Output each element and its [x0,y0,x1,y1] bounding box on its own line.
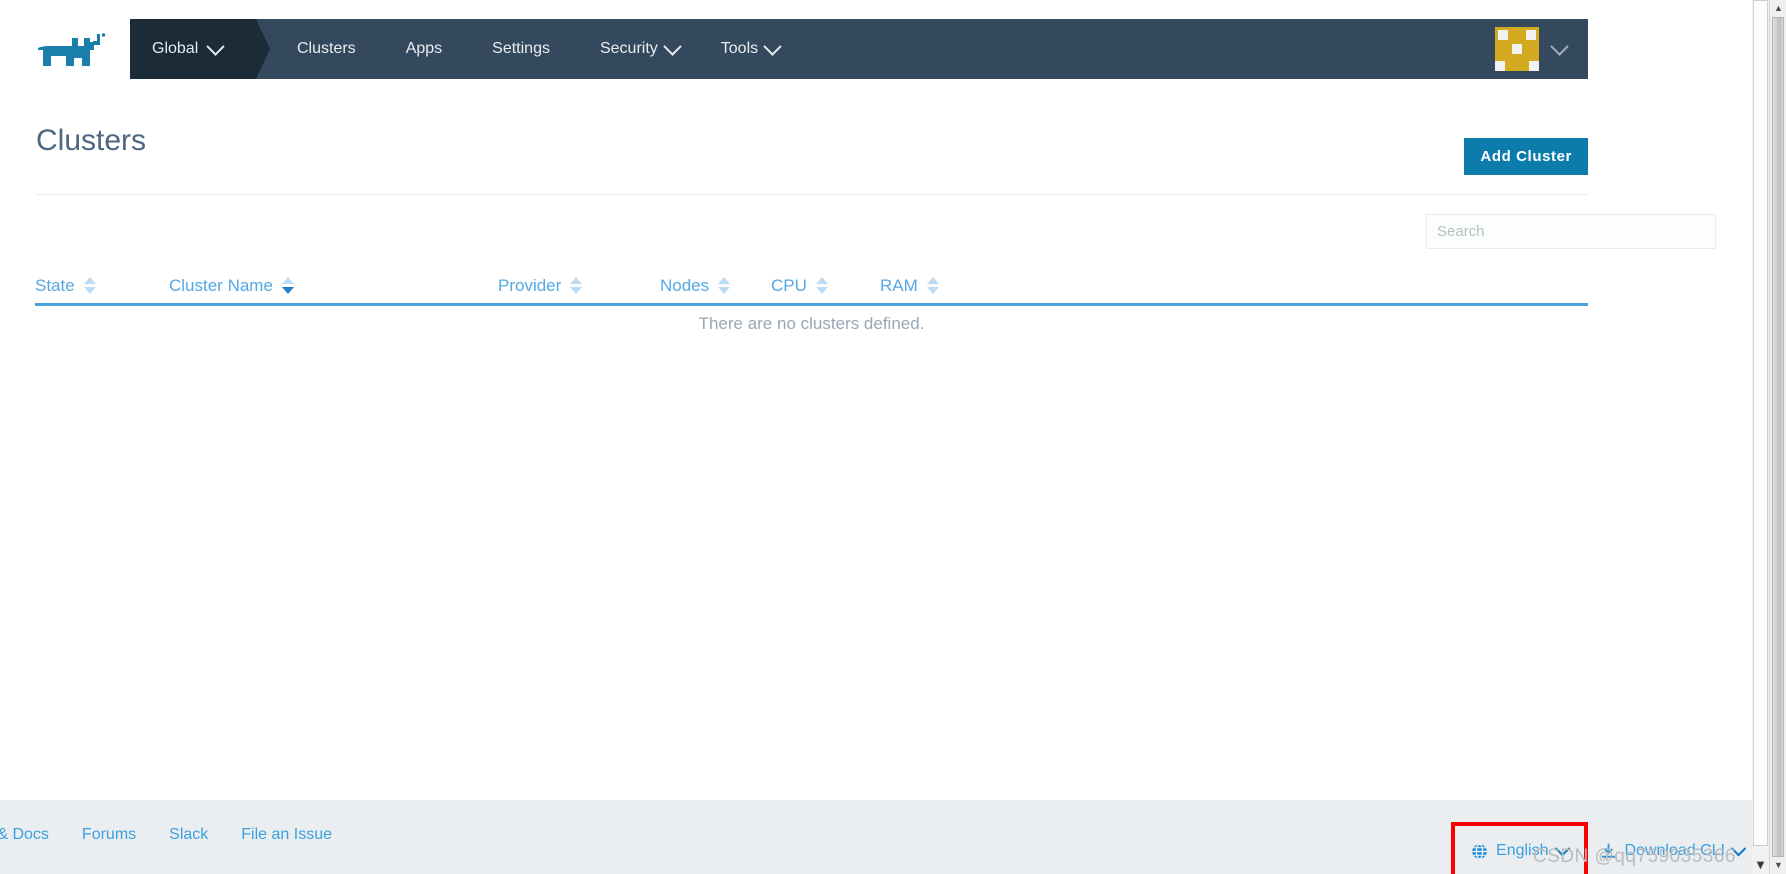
page-title: Clusters [36,124,147,157]
column-header-cluster-name[interactable]: Cluster Name [169,276,294,296]
nav-item-clusters[interactable]: Clusters [276,19,385,79]
nav-item-label: Tools [720,40,759,57]
sort-icon [718,277,731,294]
nav-context-label: Global [152,40,199,57]
empty-state-message: There are no clusters defined. [698,314,925,333]
search-input[interactable] [1426,214,1716,249]
outer-scrollbar[interactable]: ▲ ▼ [1769,0,1786,874]
app-header: Global Clusters Apps Settings Security T… [0,19,1588,79]
column-label: Provider [498,276,562,295]
nav-item-tools[interactable]: Tools [700,19,800,79]
main-navbar: Global Clusters Apps Settings Security T… [130,19,1588,79]
footer-link-help-and-docs[interactable]: Help & Docs [0,826,49,844]
footer-link-slack[interactable]: Slack [169,826,208,844]
nav-item-security[interactable]: Security [579,19,700,79]
column-label: Cluster Name [169,276,273,295]
column-header-state[interactable]: State [35,276,96,296]
add-cluster-button[interactable]: Add Cluster [1464,138,1588,175]
outer-scrollbar-thumb[interactable] [1772,17,1784,857]
user-menu[interactable] [1495,19,1569,79]
column-header-nodes[interactable]: Nodes [660,276,731,296]
column-label: RAM [880,276,918,295]
app-viewport: Global Clusters Apps Settings Security T… [0,0,1752,874]
sort-icon [926,277,939,294]
sort-icon [815,277,828,294]
chevron-down-icon [1550,36,1569,56]
scroll-down-arrow-icon[interactable]: ▼ [1752,858,1769,874]
nav-context-global[interactable]: Global [130,19,271,79]
sort-icon [570,277,583,294]
scroll-up-arrow-icon[interactable]: ▲ [1770,0,1786,17]
column-header-provider[interactable]: Provider [498,276,583,296]
column-label: State [35,276,75,295]
footer-link-forums[interactable]: Forums [82,826,136,844]
column-label: CPU [771,276,807,295]
column-header-ram[interactable]: RAM [880,276,939,296]
watermark: CSDN @qq759035366 [1532,846,1736,867]
chevron-down-icon [206,36,225,56]
screenshot-root: Global Clusters Apps Settings Security T… [0,0,1786,874]
column-header-cpu[interactable]: CPU [771,276,828,296]
scroll-down-arrow-icon[interactable]: ▼ [1770,857,1786,874]
clusters-table: State Cluster Name Provider Nodes CPU RA… [35,265,1588,306]
chevron-down-icon [763,36,782,56]
nav-item-label: Clusters [297,40,356,57]
page-header-row: Clusters Add Cluster [36,124,1588,176]
header-divider [36,194,1588,195]
footer-link-file-an-issue[interactable]: File an Issue [241,826,332,844]
nav-item-label: Apps [405,40,443,57]
nav-item-label: Security [599,40,658,57]
nav-item-label: Settings [492,40,550,57]
app-footer: Help & Docs Forums Slack File an Issue E… [0,800,1752,874]
avatar [1495,27,1539,71]
column-label: Nodes [660,276,710,295]
nav-item-apps[interactable]: Apps [385,19,471,79]
nav-item-settings[interactable]: Settings [471,19,579,79]
inner-scrollbar[interactable]: ▼ [1752,0,1769,874]
nav-items: Clusters Apps Settings Security Tools [276,19,800,79]
footer-links: Help & Docs Forums Slack File an Issue [0,826,332,844]
sort-icon-active [281,277,294,294]
rancher-cow-logo[interactable] [30,28,118,72]
globe-icon [1472,843,1487,859]
chevron-down-icon [663,36,682,56]
inner-scrollbar-thumb[interactable] [1753,0,1768,846]
sort-icon [83,277,96,294]
table-header-row: State Cluster Name Provider Nodes CPU RA… [35,265,1588,306]
